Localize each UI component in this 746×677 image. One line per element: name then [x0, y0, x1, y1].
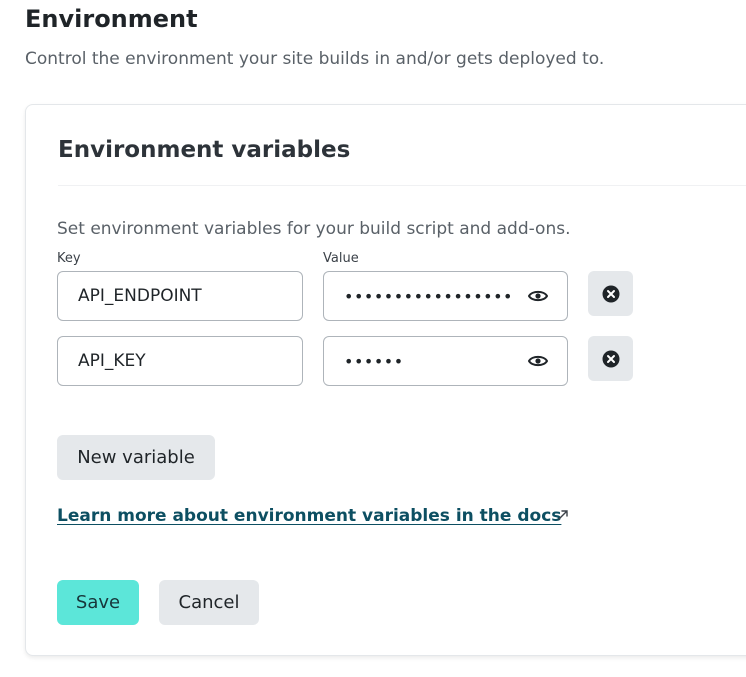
save-button[interactable]: Save — [57, 580, 139, 625]
docs-link[interactable]: Learn more about environment variables i… — [57, 506, 561, 526]
variable-value-input[interactable]: •••••••••••••••••••••• — [323, 271, 568, 321]
card-title: Environment variables — [58, 137, 351, 163]
remove-variable-button[interactable] — [588, 336, 633, 381]
cancel-button[interactable]: Cancel — [159, 580, 259, 625]
value-column-label: Value — [323, 251, 359, 266]
variable-key-input[interactable]: API_ENDPOINT — [57, 271, 303, 321]
variable-key-text: API_ENDPOINT — [78, 286, 202, 306]
section-description: Control the environment your site builds… — [25, 49, 605, 69]
card-help-text: Set environment variables for your build… — [57, 219, 571, 239]
eye-icon[interactable] — [527, 351, 549, 371]
close-circle-icon — [602, 350, 619, 367]
external-link-icon — [558, 510, 568, 520]
eye-icon[interactable] — [527, 286, 549, 306]
variable-value-masked: •••••••••••••••••••••• — [344, 286, 515, 306]
variable-value-masked: •••••• — [344, 351, 404, 371]
environment-settings-page: Environment Control the environment your… — [0, 0, 746, 677]
new-variable-button[interactable]: New variable — [57, 435, 215, 480]
environment-variables-card: Environment variables Set environment va… — [25, 104, 746, 656]
variable-value-input[interactable]: •••••• — [323, 336, 568, 386]
section-title: Environment — [25, 5, 198, 33]
key-column-label: Key — [57, 251, 81, 266]
close-circle-icon — [602, 285, 619, 302]
variable-key-text: API_KEY — [78, 351, 146, 371]
variable-key-input[interactable]: API_KEY — [57, 336, 303, 386]
card-divider — [58, 185, 746, 186]
remove-variable-button[interactable] — [588, 271, 633, 316]
